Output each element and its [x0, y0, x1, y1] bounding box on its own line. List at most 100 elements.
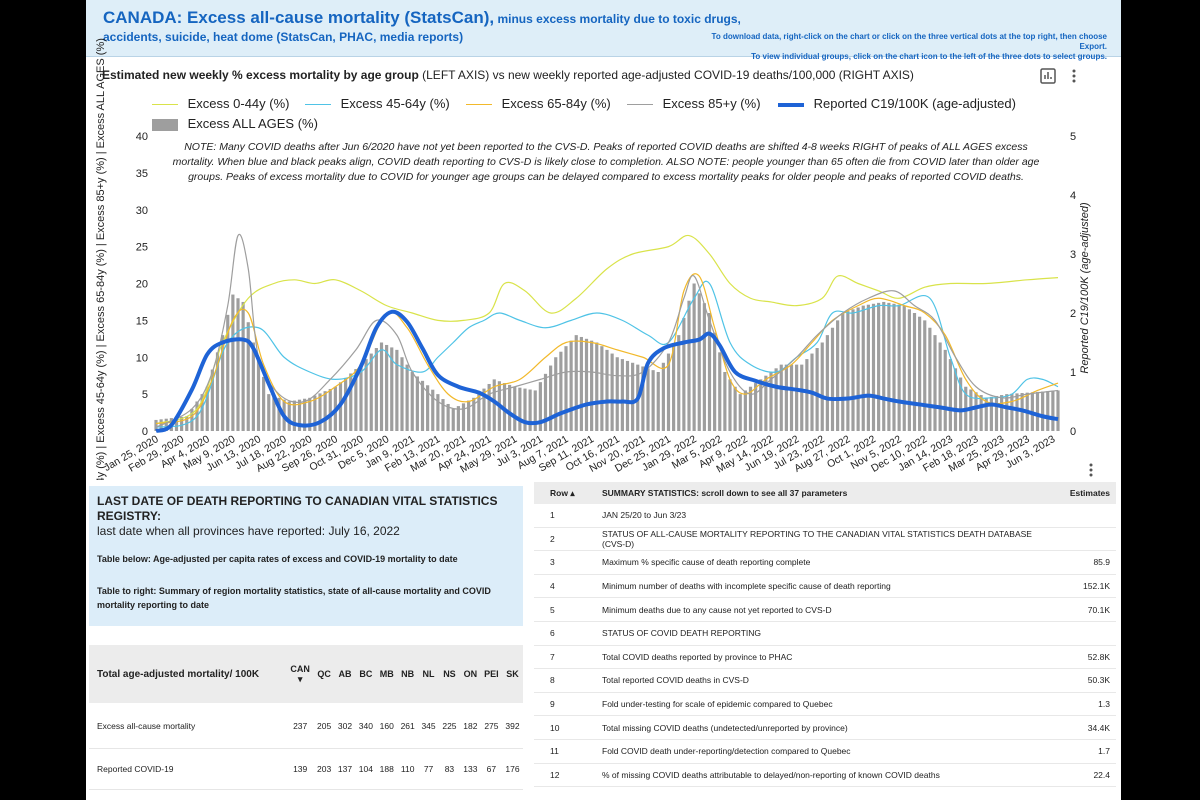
bar-all-ages[interactable]: [728, 379, 732, 431]
bar-all-ages[interactable]: [1035, 391, 1040, 431]
bar-all-ages[interactable]: [477, 393, 481, 431]
col-header-ns[interactable]: NS: [439, 645, 460, 703]
table-row[interactable]: 5 Minimum deaths due to any cause not yet…: [534, 597, 1116, 622]
bar-all-ages[interactable]: [856, 307, 860, 431]
bar-all-ages[interactable]: [759, 379, 763, 431]
bar-all-ages[interactable]: [677, 335, 681, 431]
table-row[interactable]: 2 STATUS OF ALL-CAUSE MORTALITY REPORTING…: [534, 527, 1116, 552]
bar-all-ages[interactable]: [933, 335, 937, 431]
bar-all-ages[interactable]: [595, 342, 599, 432]
bar-all-ages[interactable]: [344, 377, 348, 431]
bar-all-ages[interactable]: [805, 359, 809, 431]
table-row[interactable]: 1 JAN 25/20 to Jun 3/23: [534, 504, 1116, 528]
table-row[interactable]: 10 Total missing COVID deaths (undetected…: [534, 715, 1116, 740]
bar-all-ages[interactable]: [1000, 395, 1004, 431]
col-header-on[interactable]: ON: [459, 645, 481, 703]
bar-all-ages[interactable]: [467, 400, 471, 431]
bar-all-ages[interactable]: [825, 335, 829, 431]
bar-all-ages[interactable]: [892, 303, 896, 431]
bar-all-ages[interactable]: [610, 353, 614, 431]
bar-all-ages[interactable]: [861, 305, 865, 431]
bar-all-ages[interactable]: [928, 327, 932, 431]
bar-all-ages[interactable]: [723, 372, 727, 431]
col-header-mb[interactable]: MB: [376, 645, 398, 703]
bar-all-ages[interactable]: [559, 351, 563, 431]
col-header-row[interactable]: Row ▴: [534, 482, 596, 504]
bar-all-ages[interactable]: [318, 393, 322, 431]
mortality-chart[interactable]: 0 5 10 15 20 25 30 35 40 0 1 2 3 4 5 Jan 25, 2020Feb …: [86, 0, 1121, 480]
bar-all-ages[interactable]: [600, 346, 604, 431]
bar-all-ages[interactable]: [836, 320, 840, 431]
bar-all-ages[interactable]: [661, 362, 665, 431]
col-header-ab[interactable]: AB: [334, 645, 356, 703]
col-header-nl[interactable]: NL: [418, 645, 439, 703]
bar-all-ages[interactable]: [1056, 390, 1060, 431]
bar-all-ages[interactable]: [564, 346, 568, 431]
bar-all-ages[interactable]: [410, 372, 414, 431]
bar-all-ages[interactable]: [236, 298, 240, 431]
bar-all-ages[interactable]: [815, 348, 819, 431]
bar-all-ages[interactable]: [385, 344, 389, 431]
col-header-estimates[interactable]: Estimates: [1044, 482, 1116, 504]
bar-all-ages[interactable]: [682, 317, 686, 431]
table-row[interactable]: 3 Maximum % specific cause of death repor…: [534, 550, 1116, 575]
bar-all-ages[interactable]: [1005, 394, 1009, 431]
bar-all-ages[interactable]: [697, 293, 701, 431]
bar-all-ages[interactable]: [323, 391, 327, 431]
table-row[interactable]: 11 Fold COVID death under-reporting/detec…: [534, 739, 1116, 764]
bar-all-ages[interactable]: [262, 376, 266, 431]
bar-all-ages[interactable]: [795, 364, 799, 431]
bar-all-ages[interactable]: [374, 348, 378, 431]
bar-all-ages[interactable]: [774, 368, 778, 431]
bar-all-ages[interactable]: [738, 394, 742, 431]
table-row[interactable]: 12% of missing COVID deaths attributable…: [534, 763, 1116, 788]
bar-all-ages[interactable]: [241, 301, 245, 431]
bar-all-ages[interactable]: [841, 313, 845, 431]
bar-all-ages[interactable]: [656, 372, 660, 431]
bar-all-ages[interactable]: [733, 386, 737, 431]
bar-all-ages[interactable]: [359, 364, 363, 431]
bar-all-ages[interactable]: [246, 322, 250, 431]
bar-all-ages[interactable]: [887, 302, 891, 431]
bar-all-ages[interactable]: [989, 396, 993, 431]
bar-all-ages[interactable]: [251, 342, 255, 432]
bar-all-ages[interactable]: [461, 403, 466, 431]
bar-all-ages[interactable]: [784, 364, 788, 431]
bar-all-ages[interactable]: [328, 388, 332, 431]
bar-all-ages[interactable]: [994, 395, 999, 431]
bar-all-ages[interactable]: [518, 387, 522, 431]
bar-all-ages[interactable]: [800, 364, 804, 431]
bar-all-ages[interactable]: [984, 397, 988, 431]
bar-all-ages[interactable]: [830, 327, 835, 431]
bar-all-ages[interactable]: [231, 294, 235, 431]
bar-all-ages[interactable]: [369, 353, 373, 431]
bar-all-ages[interactable]: [938, 342, 942, 432]
bar-all-ages[interactable]: [523, 388, 527, 431]
bar-all-ages[interactable]: [1051, 390, 1055, 431]
bar-all-ages[interactable]: [779, 364, 783, 431]
col-header-can[interactable]: CAN ▾: [286, 645, 314, 703]
bar-all-ages[interactable]: [702, 303, 706, 431]
bar-all-ages[interactable]: [379, 342, 384, 432]
bar-all-ages[interactable]: [923, 320, 927, 431]
bar-all-ages[interactable]: [754, 383, 758, 431]
bar-all-ages[interactable]: [605, 349, 609, 431]
col-header-pei[interactable]: PEI: [480, 645, 503, 703]
bar-all-ages[interactable]: [405, 364, 409, 431]
bar-all-ages[interactable]: [743, 390, 747, 431]
col-header-qc[interactable]: QC: [313, 645, 335, 703]
bar-all-ages[interactable]: [882, 301, 886, 431]
bar-all-ages[interactable]: [579, 336, 583, 431]
bar-all-ages[interactable]: [713, 332, 717, 431]
bar-all-ages[interactable]: [866, 304, 870, 431]
bar-all-ages[interactable]: [907, 309, 911, 431]
bar-all-ages[interactable]: [574, 335, 578, 431]
bar-all-ages[interactable]: [707, 313, 712, 431]
bar-all-ages[interactable]: [456, 406, 460, 431]
table-row[interactable]: 6 STATUS OF COVID DEATH REPORTING: [534, 621, 1116, 646]
bar-all-ages[interactable]: [846, 311, 850, 431]
col-header-nb[interactable]: NB: [397, 645, 419, 703]
bar-all-ages[interactable]: [487, 383, 491, 431]
bar-all-ages[interactable]: [692, 283, 696, 432]
bar-all-ages[interactable]: [395, 349, 399, 431]
